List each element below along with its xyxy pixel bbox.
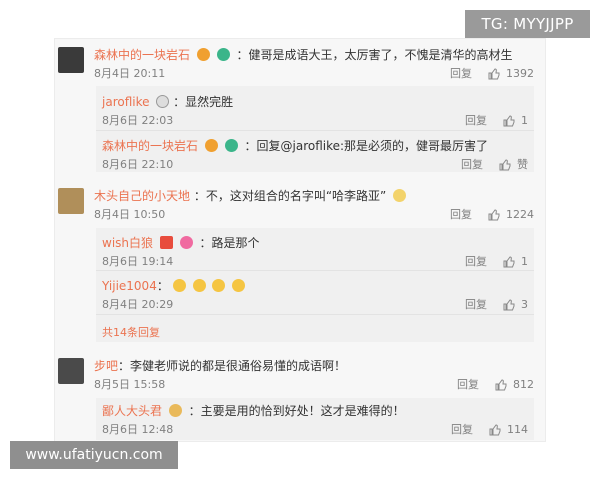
like-button[interactable]: 1392 (488, 67, 534, 81)
thumb-up-icon (503, 256, 515, 268)
avatar[interactable] (58, 47, 84, 73)
reply-box: wish白狼 ：路是那个 8月6日 19:14 回复 1 Yijie1004： … (96, 228, 534, 342)
reply-item: wish白狼 ：路是那个 8月6日 19:14 回复 1 (102, 235, 528, 268)
thumb-up-icon (503, 115, 515, 127)
comment-item: 步吧：李健老师说的都是很通俗易懂的成语啊！ 8月5日 15:58 回复 812 (58, 358, 542, 396)
reply-username[interactable]: wish白狼 (102, 236, 153, 250)
comment-date: 8月4日 20:11 (94, 67, 166, 80)
like-count: 3 (521, 298, 528, 311)
like-count: 赞 (517, 158, 528, 171)
reply-username[interactable]: jaroflike (102, 95, 150, 109)
comment-item: 森林中的一块岩石 ：健哥是成语大王，太厉害了，不愧是清华的高材生 8月4日 20… (58, 47, 542, 85)
reply-text: ：回复@jaroflike:那是必须的，健哥最厉害了 (244, 139, 489, 153)
reply-username[interactable]: 鄙人大头君 (102, 404, 162, 418)
like-button[interactable]: 114 (489, 423, 528, 437)
reply-button[interactable]: 回复 (465, 298, 487, 312)
reply-button[interactable]: 回复 (465, 114, 487, 128)
comment-text: ：健哥是成语大王，太厉害了，不愧是清华的高材生 (236, 48, 513, 62)
like-count: 1224 (506, 208, 534, 221)
divider (96, 130, 534, 131)
divider (96, 314, 534, 315)
reply-text: ：路是那个 (199, 236, 260, 250)
reply-text: ：主要是用的恰到好处！这才是难得的！ (188, 404, 405, 418)
comment-username[interactable]: 步吧 (94, 359, 118, 373)
like-count: 1 (521, 114, 528, 127)
reply-username[interactable]: Yijie1004 (102, 279, 157, 293)
comment-date: 8月5日 15:58 (94, 378, 166, 391)
comment-text: ：不，这对组合的名字叫“哈李路亚” (193, 189, 387, 203)
like-button[interactable]: 3 (503, 298, 528, 312)
like-button[interactable]: 1 (503, 114, 528, 128)
reply-button[interactable]: 回复 (465, 255, 487, 269)
reply-date: 8月6日 12:48 (102, 423, 174, 436)
reply-button[interactable]: 回复 (451, 423, 473, 437)
like-count: 1 (521, 255, 528, 268)
like-count: 114 (507, 423, 528, 436)
avatar[interactable] (58, 188, 84, 214)
reply-button[interactable]: 回复 (450, 208, 472, 222)
emoji-icon (179, 236, 193, 249)
emoji-icon (196, 48, 210, 61)
thumb-up-icon (488, 209, 500, 221)
reply-item: Yijie1004： 8月4日 20:29 回复 3 (102, 278, 528, 311)
reply-date: 8月4日 20:29 (102, 298, 174, 311)
reply-text: ： (156, 279, 169, 293)
emoji-icon (224, 139, 238, 152)
comment-username[interactable]: 森林中的一块岩石 (94, 48, 190, 62)
star-badge-icon (159, 236, 173, 249)
reply-item: 鄙人大头君 ：主要是用的恰到好处！这才是难得的！ 8月6日 12:48 回复 1… (102, 403, 528, 436)
like-count: 1392 (506, 67, 534, 80)
reply-button[interactable]: 回复 (450, 67, 472, 81)
comment-date: 8月4日 10:50 (94, 208, 166, 221)
reply-box: 鄙人大头君 ：主要是用的恰到好处！这才是难得的！ 8月6日 12:48 回复 1… (96, 398, 534, 440)
reply-box: jaroflike ：显然完胜 8月6日 22:03 回复 1 森林中的一块岩石… (96, 86, 534, 172)
thumb-up-icon (488, 68, 500, 80)
emoji-icon (168, 404, 182, 417)
divider (96, 270, 534, 271)
emoji-icon (216, 48, 230, 61)
panda-emoji-icon (156, 95, 170, 108)
comment-text: ：李健老师说的都是很通俗易懂的成语啊！ (118, 359, 347, 373)
like-button[interactable]: 赞 (499, 158, 528, 172)
thumb-up-icon (495, 379, 507, 391)
laughing-emoji-icon (172, 279, 186, 292)
emoji-icon (204, 139, 218, 152)
view-more-replies-link[interactable]: 共14条回复 (102, 324, 160, 340)
reply-button[interactable]: 回复 (457, 378, 479, 392)
reply-date: 8月6日 22:10 (102, 158, 174, 171)
reply-button[interactable]: 回复 (461, 158, 483, 172)
like-count: 812 (513, 378, 534, 391)
comment-item: 木头自己的小天地 ：不，这对组合的名字叫“哈李路亚” 8月4日 10:50 回复… (58, 188, 542, 226)
thumb-up-icon (503, 299, 515, 311)
reply-item: jaroflike ：显然完胜 8月6日 22:03 回复 1 (102, 94, 528, 127)
like-button[interactable]: 1 (503, 255, 528, 269)
like-button[interactable]: 1224 (488, 208, 534, 222)
laughing-emoji-icon (232, 279, 246, 292)
laughing-emoji-icon (212, 279, 226, 292)
watermark: www.ufatiyucn.com (10, 441, 178, 469)
tg-label: TG: MYYJJPP (465, 10, 590, 38)
reply-date: 8月6日 19:14 (102, 255, 174, 268)
avatar[interactable] (58, 358, 84, 384)
reply-text: ：显然完胜 (173, 95, 234, 109)
thumb-up-icon (499, 159, 511, 171)
like-button[interactable]: 812 (495, 378, 534, 392)
cat-emoji-icon (393, 189, 407, 202)
comment-username[interactable]: 木头自己的小天地 (94, 189, 190, 203)
reply-date: 8月6日 22:03 (102, 114, 174, 127)
reply-item: 森林中的一块岩石 ：回复@jaroflike:那是必须的，健哥最厉害了 8月6日… (102, 138, 528, 171)
reply-username[interactable]: 森林中的一块岩石 (102, 139, 198, 153)
laughing-emoji-icon (192, 279, 206, 292)
thumb-up-icon (489, 424, 501, 436)
